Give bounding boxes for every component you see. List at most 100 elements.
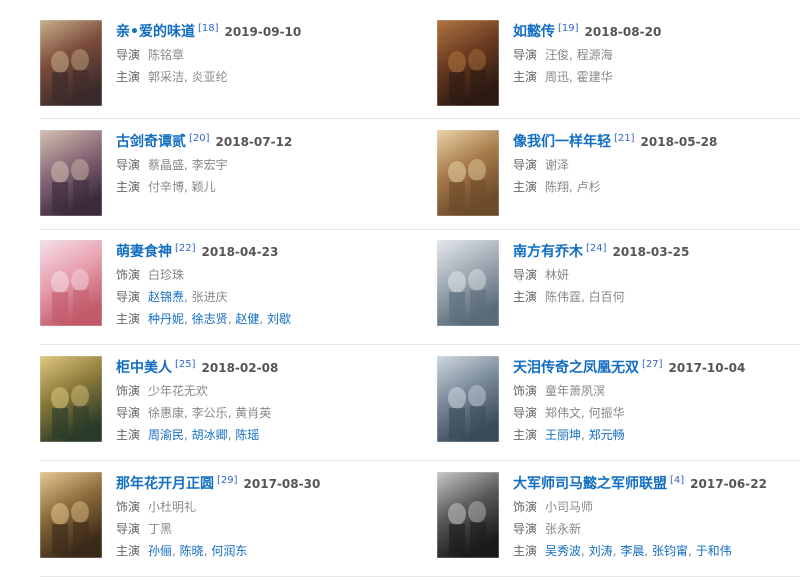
work-item: 古剑奇谭贰 [20] 2018-07-12 导演 蔡晶盛, 李宏宇 主演 付辛博, 颖儿 — [40, 130, 400, 220]
work-item: 亲•爱的味道 [18] 2019-09-10 导演 陈铭章 主演 郭采洁, 炎亚纶 — [40, 20, 400, 110]
person-link[interactable]: 徐志贤 — [192, 312, 228, 326]
person-name: , — [184, 312, 192, 326]
person-name: , 张进庆 — [184, 290, 228, 304]
person-name: 蔡晶盛, 李宏宇 — [148, 158, 228, 172]
meta-line: 主演 郭采洁, 炎亚纶 — [116, 66, 406, 88]
reference-link[interactable]: [29] — [217, 475, 238, 486]
meta-label: 主演 — [116, 312, 141, 326]
person-link[interactable]: 张钧甯 — [652, 544, 688, 558]
work-item: 像我们一样年轻 [21] 2018-05-28 导演 谢泽 主演 陈翔, 卢杉 — [437, 130, 797, 220]
person-link[interactable]: 种丹妮 — [148, 312, 184, 326]
work-title-link[interactable]: 像我们一样年轻 — [513, 134, 611, 150]
person-name: 丁黑 — [148, 522, 173, 536]
person-link[interactable]: 郑元畅 — [589, 428, 625, 442]
meta-label: 主演 — [116, 544, 141, 558]
meta-line: 主演 王丽坤, 郑元畅 — [513, 424, 800, 446]
poster-image[interactable] — [40, 20, 102, 106]
person-link[interactable]: 刘涛 — [589, 544, 613, 558]
meta-line: 导演 丁黑 — [116, 518, 406, 540]
person-link[interactable]: 王丽坤 — [545, 428, 581, 442]
meta-label: 导演 — [513, 48, 538, 62]
meta-label: 导演 — [116, 158, 141, 172]
poster-image[interactable] — [40, 130, 102, 216]
reference-link[interactable]: [21] — [614, 133, 635, 144]
work-info: 萌妻食神 [22] 2018-04-23 饰演 白珍珠 导演 赵锦焘, 张进庆 主演 种丹妮, … — [116, 240, 406, 330]
work-item: 大军师司马懿之军师联盟 [4] 2017-06-22 饰演 小司马师 导演 张永新 主演 吴秀波… — [437, 472, 797, 562]
work-title-link[interactable]: 如懿传 — [513, 24, 555, 40]
meta-label: 主演 — [513, 544, 538, 558]
work-item: 天泪传奇之凤凰无双 [27] 2017-10-04 饰演 童年萧夙溟 导演 郑伟文, 何振华… — [437, 356, 797, 446]
reference-link[interactable]: [24] — [586, 243, 607, 254]
work-title-link[interactable]: 亲•爱的味道 — [116, 24, 195, 40]
reference-link[interactable]: [20] — [189, 133, 210, 144]
meta-line: 主演 周渝民, 胡冰卿, 陈瑶 — [116, 424, 406, 446]
meta-label: 导演 — [513, 522, 538, 536]
meta-line: 主演 陈伟霆, 白百何 — [513, 286, 800, 308]
meta-label: 主演 — [513, 428, 538, 442]
title-line: 萌妻食神 [22] 2018-04-23 — [116, 240, 406, 264]
title-line: 大军师司马懿之军师联盟 [4] 2017-06-22 — [513, 472, 800, 496]
person-link[interactable]: 周渝民 — [148, 428, 184, 442]
reference-link[interactable]: [27] — [642, 359, 663, 370]
person-link[interactable]: 吴秀波 — [545, 544, 581, 558]
title-line: 古剑奇谭贰 [20] 2018-07-12 — [116, 130, 406, 154]
poster-image[interactable] — [437, 240, 499, 326]
work-item: 南方有乔木 [24] 2018-03-25 导演 林妍 主演 陈伟霆, 白百何 — [437, 240, 797, 330]
work-title-link[interactable]: 大军师司马懿之军师联盟 — [513, 476, 667, 492]
reference-link[interactable]: [4] — [670, 475, 684, 486]
row-divider — [40, 118, 800, 119]
work-title-link[interactable]: 古剑奇谭贰 — [116, 134, 186, 150]
person-name: 小司马师 — [545, 500, 594, 514]
poster-image[interactable] — [437, 472, 499, 558]
person-link[interactable]: 陈瑶 — [235, 428, 259, 442]
poster-image[interactable] — [40, 240, 102, 326]
reference-link[interactable]: [18] — [198, 23, 219, 34]
person-link[interactable]: 于和伟 — [696, 544, 732, 558]
reference-link[interactable]: [25] — [175, 359, 196, 370]
person-link[interactable]: 李晨 — [620, 544, 644, 558]
person-link[interactable]: 刘歇 — [267, 312, 291, 326]
meta-label: 主演 — [116, 70, 141, 84]
reference-link[interactable]: [19] — [558, 23, 579, 34]
person-name: 付辛博, 颖儿 — [148, 180, 216, 194]
person-link[interactable]: 赵健 — [235, 312, 259, 326]
poster-image[interactable] — [40, 356, 102, 442]
person-link[interactable]: 孙俪 — [148, 544, 172, 558]
title-line: 柜中美人 [25] 2018-02-08 — [116, 356, 406, 380]
person-name: 张永新 — [545, 522, 582, 536]
poster-image[interactable] — [437, 130, 499, 216]
person-name: , — [259, 312, 267, 326]
person-link[interactable]: 胡冰卿 — [192, 428, 228, 442]
person-link[interactable]: 赵锦焘 — [148, 290, 184, 304]
meta-label: 饰演 — [513, 384, 538, 398]
work-title-link[interactable]: 萌妻食神 — [116, 244, 172, 260]
meta-line: 导演 陈铭章 — [116, 44, 406, 66]
reference-link[interactable]: [22] — [175, 243, 196, 254]
work-item: 那年花开月正圆 [29] 2017-08-30 饰演 小杜明礼 导演 丁黑 主演 孙俪, 陈晓,… — [40, 472, 400, 562]
person-name: 汪俊, 程源海 — [545, 48, 613, 62]
poster-image[interactable] — [437, 20, 499, 106]
person-name: 郭采洁, 炎亚纶 — [148, 70, 228, 84]
release-date: 2018-02-08 — [201, 361, 279, 375]
work-title-link[interactable]: 南方有乔木 — [513, 244, 583, 260]
row-divider — [40, 460, 800, 461]
work-item: 如懿传 [19] 2018-08-20 导演 汪俊, 程源海 主演 周迅, 霍建华 — [437, 20, 797, 110]
person-link[interactable]: 何润东 — [211, 544, 247, 558]
release-date: 2017-08-30 — [243, 477, 321, 491]
poster-image[interactable] — [437, 356, 499, 442]
work-title-link[interactable]: 柜中美人 — [116, 360, 172, 376]
meta-line: 主演 种丹妮, 徐志贤, 赵健, 刘歇 — [116, 308, 406, 330]
poster-image[interactable] — [40, 472, 102, 558]
work-info: 那年花开月正圆 [29] 2017-08-30 饰演 小杜明礼 导演 丁黑 主演 孙俪, 陈晓,… — [116, 472, 406, 562]
work-info: 南方有乔木 [24] 2018-03-25 导演 林妍 主演 陈伟霆, 白百何 — [513, 240, 800, 308]
row-divider — [40, 344, 800, 345]
meta-label: 导演 — [116, 48, 141, 62]
work-title-link[interactable]: 天泪传奇之凤凰无双 — [513, 360, 639, 376]
person-name: 郑伟文, 何振华 — [545, 406, 625, 420]
work-title-link[interactable]: 那年花开月正圆 — [116, 476, 214, 492]
release-date: 2018-03-25 — [612, 245, 690, 259]
work-item: 柜中美人 [25] 2018-02-08 饰演 少年花无欢 导演 徐惠康, 李公乐, 黄肖英… — [40, 356, 400, 446]
meta-line: 导演 蔡晶盛, 李宏宇 — [116, 154, 406, 176]
person-name: 少年花无欢 — [148, 384, 209, 398]
person-link[interactable]: 陈晓 — [180, 544, 204, 558]
